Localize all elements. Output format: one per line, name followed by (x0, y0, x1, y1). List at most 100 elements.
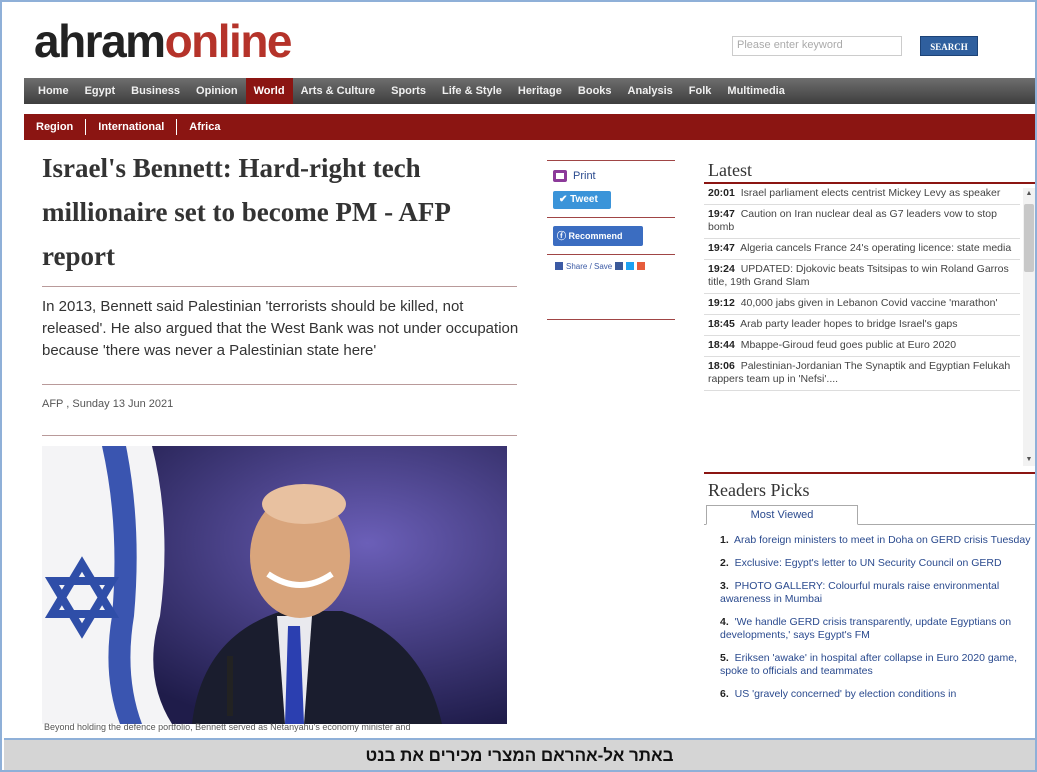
latest-scrollbar[interactable]: ▲ ▼ (1023, 188, 1035, 466)
nav-item-arts-culture[interactable]: Arts & Culture (293, 78, 384, 104)
nav-item-folk[interactable]: Folk (681, 78, 720, 104)
pick-text: Arab foreign ministers to meet in Doha o… (734, 534, 1031, 546)
subnav-item-international[interactable]: International (98, 121, 164, 133)
scrollbar-thumb[interactable] (1024, 204, 1034, 272)
pick-text: Eriksen 'awake' in hospital after collap… (720, 652, 1018, 677)
tab-most-viewed[interactable]: Most Viewed (706, 505, 858, 525)
nav-item-egypt[interactable]: Egypt (77, 78, 124, 104)
latest-text: Arab party leader hopes to bridge Israel… (740, 318, 958, 330)
nav-item-heritage[interactable]: Heritage (510, 78, 570, 104)
latest-time: 20:01 (708, 187, 735, 199)
pick-number: 5. (720, 652, 729, 664)
print-icon (553, 170, 567, 182)
nav-item-life-style[interactable]: Life & Style (434, 78, 510, 104)
nav-item-business[interactable]: Business (123, 78, 188, 104)
article-headline: Israel's Bennett: Hard-right tech millio… (42, 153, 450, 271)
nav-item-analysis[interactable]: Analysis (620, 78, 681, 104)
pick-text: Exclusive: Egypt's letter to UN Security… (734, 557, 1002, 569)
latest-text: Algeria cancels France 24's operating li… (740, 242, 1012, 254)
latest-time: 19:12 (708, 297, 735, 309)
latest-item[interactable]: 18:06 Palestinian-Jordanian The Synaptik… (704, 357, 1020, 391)
nav-item-opinion[interactable]: Opinion (188, 78, 246, 104)
list-item[interactable]: 2. Exclusive: Egypt's letter to UN Secur… (720, 557, 1035, 570)
pick-text: US 'gravely concerned' by election condi… (734, 688, 957, 700)
print-link[interactable]: Print (547, 161, 675, 191)
nav-item-home[interactable]: Home (30, 78, 77, 104)
share-icon (555, 262, 563, 270)
nav-item-sports[interactable]: Sports (383, 78, 434, 104)
site-header: ahramonline Please enter keyword SEARCH (4, 4, 1035, 78)
latest-text: Caution on Iran nuclear deal as G7 leade… (708, 208, 997, 233)
latest-text: 40,000 jabs given in Lebanon Covid vacci… (740, 297, 998, 309)
latest-text: Mbappe-Giroud feud goes public at Euro 2… (740, 339, 957, 351)
latest-time: 19:47 (708, 208, 735, 220)
tweet-label: Tweet (570, 194, 598, 205)
readers-picks-heading: Readers Picks (708, 480, 810, 500)
subnav-divider (85, 119, 87, 135)
tweet-button[interactable]: ✔ Tweet (553, 191, 611, 209)
latest-item[interactable]: 18:44 Mbappe-Giroud feud goes public at … (704, 336, 1020, 357)
scroll-up-arrow-icon[interactable]: ▲ (1023, 188, 1035, 200)
list-item[interactable]: 3. PHOTO GALLERY: Colourful murals raise… (720, 580, 1035, 606)
latest-time: 18:45 (708, 318, 735, 330)
latest-heading: Latest (708, 160, 752, 180)
latest-time: 19:24 (708, 263, 735, 275)
search-button[interactable]: SEARCH (920, 36, 978, 56)
search-input[interactable]: Please enter keyword (732, 36, 902, 56)
latest-text: Palestinian-Jordanian The Synaptik and E… (708, 360, 1011, 385)
hebrew-caption-bar: באתר אל-אהראם המצרי מכירים את בנט (4, 738, 1035, 770)
pick-number: 2. (720, 557, 729, 569)
more-share-icon[interactable] (637, 262, 646, 270)
pick-text: PHOTO GALLERY: Colourful murals raise en… (720, 580, 1000, 605)
latest-news-box: 20:01 Israel parliament elects centrist … (704, 182, 1035, 466)
latest-news-list: 20:01 Israel parliament elects centrist … (704, 184, 1020, 391)
facebook-icon[interactable] (615, 262, 624, 270)
pick-number: 4. (720, 616, 729, 628)
facebook-icon: ⓕ (557, 231, 567, 241)
main-nav: Home Egypt Business Opinion World Arts &… (24, 78, 1035, 104)
twitter-icon[interactable] (626, 262, 635, 270)
latest-text: Israel parliament elects centrist Mickey… (740, 187, 1001, 199)
divider (42, 286, 517, 287)
latest-item[interactable]: 19:47 Caution on Iran nuclear deal as G7… (704, 205, 1020, 239)
latest-item[interactable]: 19:24 UPDATED: Djokovic beats Tsitsipas … (704, 260, 1020, 294)
article-lead: In 2013, Bennett said Palestinian 'terro… (42, 298, 519, 359)
site-logo[interactable]: ahramonline (34, 14, 293, 68)
pick-text: 'We handle GERD crisis transparently, up… (720, 616, 1012, 641)
latest-item[interactable]: 18:45 Arab party leader hopes to bridge … (704, 315, 1020, 336)
share-save-label: Share / Save (566, 261, 613, 271)
subnav-item-region[interactable]: Region (36, 121, 73, 133)
readers-picks-list: 1. Arab foreign ministers to meet in Doh… (720, 534, 1035, 711)
screenshot-frame: ahramonline Please enter keyword SEARCH … (0, 0, 1037, 772)
recommend-label: Recommend (568, 231, 623, 241)
pick-number: 6. (720, 688, 729, 700)
share-column: Print ✔ Tweet ⓕ Recommend Share / Save (547, 160, 675, 320)
logo-part-online: online (164, 15, 293, 67)
scroll-down-arrow-icon[interactable]: ▼ (1023, 454, 1035, 466)
subnav-divider (176, 119, 178, 135)
recommend-button[interactable]: ⓕ Recommend (553, 226, 643, 246)
latest-item[interactable]: 19:12 40,000 jabs given in Lebanon Covid… (704, 294, 1020, 315)
list-item[interactable]: 5. Eriksen 'awake' in hospital after col… (720, 652, 1035, 678)
divider (547, 319, 675, 320)
print-label: Print (573, 170, 596, 182)
twitter-icon: ✔ (559, 194, 568, 205)
share-save-bar[interactable]: Share / Save (547, 255, 675, 277)
nav-item-books[interactable]: Books (570, 78, 620, 104)
list-item[interactable]: 1. Arab foreign ministers to meet in Doh… (720, 534, 1035, 547)
divider (704, 472, 1035, 474)
divider (547, 217, 675, 218)
sub-nav: Region International Africa (24, 114, 1035, 140)
latest-item[interactable]: 20:01 Israel parliament elects centrist … (704, 184, 1020, 205)
list-item[interactable]: 4. 'We handle GERD crisis transparently,… (720, 616, 1035, 642)
nav-item-multimedia[interactable]: Multimedia (719, 78, 792, 104)
latest-text: UPDATED: Djokovic beats Tsitsipas to win… (708, 263, 1009, 288)
list-item[interactable]: 6. US 'gravely concerned' by election co… (720, 688, 1035, 701)
bennett-photo-illustration (42, 446, 507, 724)
pick-number: 1. (720, 534, 729, 546)
latest-item[interactable]: 19:47 Algeria cancels France 24's operat… (704, 239, 1020, 260)
latest-time: 18:06 (708, 360, 735, 372)
nav-item-world[interactable]: World (245, 78, 293, 104)
latest-time: 19:47 (708, 242, 735, 254)
subnav-item-africa[interactable]: Africa (189, 121, 220, 133)
